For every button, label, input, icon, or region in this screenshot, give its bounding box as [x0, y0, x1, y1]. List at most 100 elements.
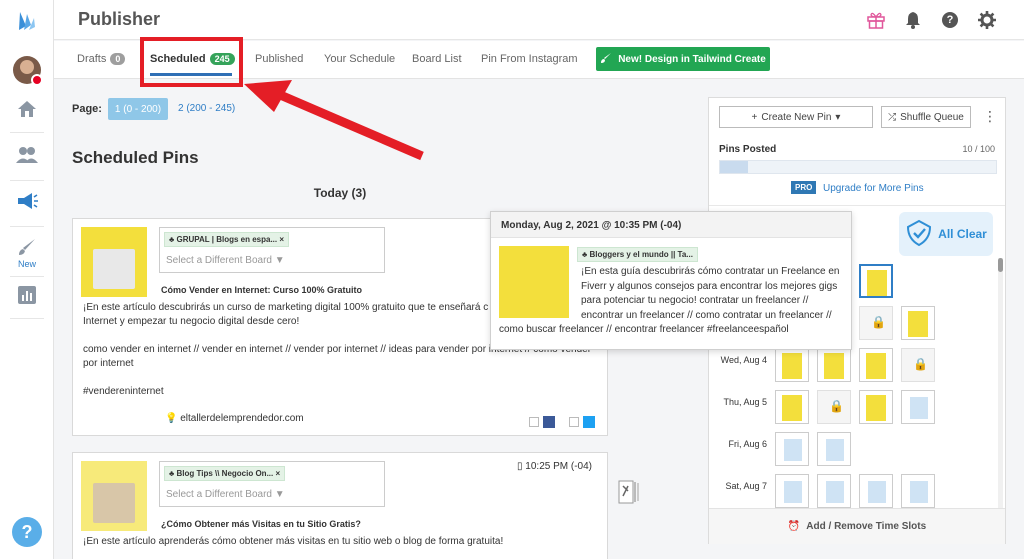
- queue-slot[interactable]: [775, 348, 809, 382]
- queue-slot[interactable]: [817, 432, 851, 466]
- design-tailwind-create-button[interactable]: New! Design in Tailwind Create: [596, 47, 770, 71]
- queue-slot[interactable]: [775, 390, 809, 424]
- board-tag: ♣ GRUPAL | Blogs en espa... ×: [164, 232, 290, 247]
- sidebar-divider: [10, 318, 44, 319]
- day-label: Wed, Aug 4: [720, 355, 767, 365]
- panel-divider: [709, 205, 1005, 206]
- board-tag: ♣ Blog Tips \\ Negocio On... ×: [164, 466, 286, 481]
- create-new-pin-button[interactable]: + Create New Pin ▾: [719, 106, 873, 128]
- day-label: Thu, Aug 5: [723, 397, 767, 407]
- queue-slot[interactable]: [859, 474, 893, 508]
- upgrade-link[interactable]: Upgrade for More Pins: [823, 183, 924, 194]
- select-board-label: Select a Different Board: [166, 489, 272, 500]
- shuffle-icon: ⤮: [888, 111, 897, 123]
- shuffle-label: Shuffle Queue: [900, 111, 964, 123]
- gift-icon[interactable]: [866, 10, 886, 30]
- tab-drafts-label: Drafts: [77, 53, 107, 65]
- queue-slot[interactable]: [775, 432, 809, 466]
- highlight-box: [140, 37, 243, 87]
- today-heading: Today (3): [313, 186, 367, 200]
- queue-slot[interactable]: [859, 390, 893, 424]
- tooltip-description: ¡En esta guía descubrirás cómo contratar…: [499, 266, 840, 335]
- sidebar-divider: [10, 226, 44, 227]
- tailwind-logo-icon[interactable]: [0, 8, 54, 32]
- queue-scrollbar[interactable]: [998, 258, 1003, 528]
- sidebar-divider: [10, 276, 44, 277]
- pin-description[interactable]: ¡En este artículo aprenderás cómo obtene…: [83, 535, 599, 549]
- empty-slot[interactable]: 🔒: [901, 348, 935, 382]
- left-sidebar: New ?: [0, 0, 54, 559]
- megaphone-icon[interactable]: [0, 192, 54, 210]
- pin-thumbnail[interactable]: [81, 461, 147, 531]
- page-label: Page:: [72, 103, 102, 115]
- help-icon[interactable]: ?: [940, 10, 960, 30]
- tab-pin-from-instagram[interactable]: Pin From Instagram: [481, 53, 578, 65]
- plus-icon: +: [751, 111, 758, 123]
- queue-slot[interactable]: [859, 264, 893, 298]
- twitter-checkbox[interactable]: [569, 417, 579, 427]
- caret-down-icon: ▾: [835, 111, 841, 123]
- more-options-icon[interactable]: ⋮: [983, 108, 997, 125]
- tab-drafts[interactable]: Drafts 0: [77, 53, 126, 65]
- tooltip-board-name: Bloggers y el mundo || Ta...: [589, 250, 693, 259]
- page-2-link[interactable]: 2 (200 - 245): [178, 103, 235, 114]
- empty-slot[interactable]: 🔒: [859, 306, 893, 340]
- people-icon[interactable]: [0, 146, 54, 164]
- queue-slot[interactable]: [901, 390, 935, 424]
- annotation-arrow-icon: [244, 80, 424, 161]
- tab-your-schedule[interactable]: Your Schedule: [324, 53, 395, 65]
- tooltip-date: Monday, Aug 2, 2021 @ 10:35 PM (-04): [491, 212, 851, 238]
- create-pin-label: Create New Pin: [761, 111, 832, 123]
- board-selector[interactable]: ♣ Blog Tips \\ Negocio On... × Select a …: [159, 461, 385, 507]
- tab-published[interactable]: Published: [255, 53, 303, 65]
- bell-icon[interactable]: [903, 10, 923, 30]
- scrollbar-thumb[interactable]: [998, 258, 1003, 272]
- queue-slot[interactable]: [817, 348, 851, 382]
- select-board-dropdown[interactable]: Select a Different Board ▼: [166, 255, 285, 266]
- progress-fill: [720, 161, 748, 173]
- tab-board-list[interactable]: Board List: [412, 53, 462, 65]
- page-1-button[interactable]: 1 (0 - 200): [108, 98, 168, 120]
- brush-icon[interactable]: [0, 238, 54, 256]
- analytics-icon[interactable]: [0, 286, 54, 304]
- user-avatar[interactable]: [0, 56, 54, 86]
- sidebar-divider: [10, 180, 44, 181]
- queue-slot[interactable]: [901, 306, 935, 340]
- board-selector[interactable]: ♣ GRUPAL | Blogs en espa... × Select a D…: [159, 227, 385, 273]
- facebook-checkbox[interactable]: [529, 417, 539, 427]
- remove-board-icon[interactable]: ×: [275, 469, 280, 478]
- pin-title: ¿Cómo Obtener más Visitas en tu Sitio Gr…: [161, 519, 361, 529]
- pins-posted-progress: [719, 160, 997, 174]
- shield-check-icon: [905, 219, 933, 250]
- time-slots-label: Add / Remove Time Slots: [806, 521, 927, 532]
- day-label: Sat, Aug 7: [725, 481, 767, 491]
- pin-source-link[interactable]: 💡 eltallerdelemprendedor.com: [165, 413, 304, 424]
- queue-slot[interactable]: [859, 348, 893, 382]
- tooltip-board-tag: ♣ Bloggers y el mundo || Ta...: [577, 247, 698, 262]
- queue-slot[interactable]: [817, 474, 851, 508]
- pin-drag-icon[interactable]: [618, 478, 640, 506]
- lock-icon: 🔒: [871, 315, 886, 329]
- queue-slot[interactable]: [775, 474, 809, 508]
- alarm-clock-icon: ⏰: [787, 521, 801, 532]
- shuffle-queue-button[interactable]: ⤮ Shuffle Queue: [881, 106, 971, 128]
- scheduled-pins-heading: Scheduled Pins: [72, 148, 199, 167]
- pin-time[interactable]: ▯ 10:25 PM (-04): [517, 461, 592, 472]
- pin-thumbnail[interactable]: [81, 227, 147, 297]
- empty-slot[interactable]: 🔒: [817, 390, 851, 424]
- select-board-label: Select a Different Board: [166, 255, 272, 266]
- gear-icon[interactable]: [977, 10, 997, 30]
- select-board-dropdown[interactable]: Select a Different Board ▼: [166, 489, 285, 500]
- add-remove-time-slots-button[interactable]: ⏰ Add / Remove Time Slots: [709, 508, 1005, 544]
- help-circle-icon[interactable]: ?: [0, 517, 54, 547]
- pins-posted-count: 10 / 100: [962, 144, 995, 154]
- home-icon[interactable]: [0, 100, 54, 118]
- drafts-count-badge: 0: [110, 53, 126, 65]
- pin-hashtag: #vendereninternet: [83, 386, 164, 397]
- pin-title: Cómo Vender en Internet: Curso 100% Grat…: [161, 285, 363, 295]
- day-label: Fri, Aug 6: [728, 439, 767, 449]
- remove-board-icon[interactable]: ×: [279, 235, 284, 244]
- pro-badge: PRO: [791, 181, 817, 194]
- queue-slot[interactable]: [901, 474, 935, 508]
- pin-time-label: 10:25 PM (-04): [525, 461, 592, 472]
